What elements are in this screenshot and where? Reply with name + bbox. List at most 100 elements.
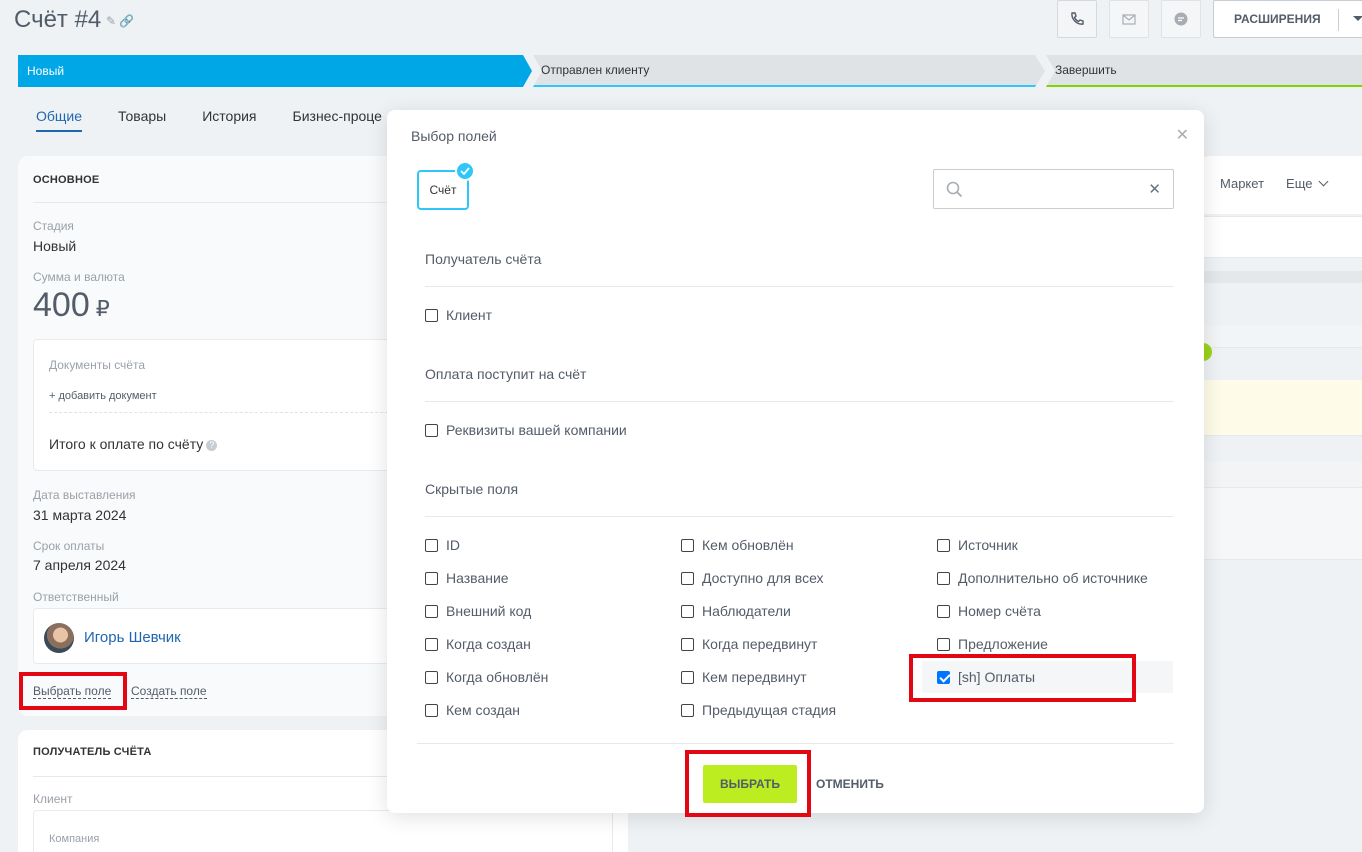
clear-icon[interactable]: ✕: [1148, 180, 1161, 198]
field-checkbox[interactable]: Когда создан: [425, 636, 531, 652]
check-icon: [455, 161, 475, 181]
checkbox[interactable]: [681, 637, 694, 651]
field-label: Доступно для всех: [702, 570, 824, 586]
field-label: Когда создан: [446, 636, 531, 652]
documents-label: Документы счёта: [49, 358, 146, 372]
field-checkbox[interactable]: Предыдущая стадия: [681, 702, 836, 718]
checkbox[interactable]: [937, 604, 950, 618]
due-date-label: Срок оплаты: [33, 539, 105, 553]
issue-date-label: Дата выставления: [33, 488, 136, 502]
field-checkbox[interactable]: Дополнительно об источнике: [937, 570, 1148, 586]
checkbox[interactable]: [937, 538, 950, 552]
stage-value: Новый: [33, 238, 77, 254]
field-checkbox[interactable]: Кем обновлён: [681, 537, 794, 553]
stage-finish[interactable]: Завершить: [1046, 55, 1362, 87]
checkbox[interactable]: [425, 571, 438, 585]
right-panel: Маркет Еще: [1200, 156, 1362, 852]
total-label-text: Итого к оплате по счёту: [49, 436, 204, 452]
field-checkbox[interactable]: Название: [425, 570, 509, 586]
tab-market[interactable]: Маркет: [1220, 176, 1264, 191]
timeline-item: [1200, 488, 1362, 560]
checkbox[interactable]: [425, 604, 438, 618]
sum-value: 400 ₽: [33, 286, 110, 325]
tab-products[interactable]: Товары: [118, 108, 166, 132]
checkbox[interactable]: [937, 637, 950, 651]
field-checkbox[interactable]: Доступно для всех: [681, 570, 824, 586]
checkbox[interactable]: [681, 538, 694, 552]
field-checkbox[interactable]: Предложение: [937, 636, 1048, 652]
checkbox[interactable]: [681, 604, 694, 618]
divider: [425, 401, 1174, 402]
extensions-button[interactable]: РАСШИРЕНИЯ: [1213, 0, 1362, 38]
sum-amount: 400: [33, 286, 90, 324]
extensions-label: РАСШИРЕНИЯ: [1234, 12, 1321, 26]
field-label: Предыдущая стадия: [702, 702, 837, 718]
field-checkbox[interactable]: Когда обновлён: [425, 669, 548, 685]
checkbox[interactable]: [425, 637, 438, 651]
checkbox[interactable]: [425, 670, 438, 684]
search-input[interactable]: ✕: [933, 169, 1174, 209]
chevron-down-icon: [1319, 176, 1329, 187]
entity-chip-label: Счёт: [429, 183, 457, 197]
field-checkbox[interactable]: Внешний код: [425, 603, 531, 619]
stage-sent[interactable]: Отправлен клиенту: [533, 55, 1045, 87]
field-checkbox[interactable]: Кем создан: [425, 702, 520, 718]
field-label: Когда передвинут: [702, 636, 818, 652]
field-checkbox[interactable]: Наблюдатели: [681, 603, 791, 619]
field-picker-dialog: Выбор полей ✕ Счёт ✕ Получатель счёта Кл…: [387, 110, 1204, 813]
cancel-button[interactable]: ОТМЕНИТЬ: [816, 777, 884, 791]
field-label: Когда обновлён: [446, 669, 549, 685]
checkbox[interactable]: [937, 571, 950, 585]
field-checkbox[interactable]: Номер счёта: [937, 603, 1041, 619]
chat-icon: [1174, 12, 1188, 26]
field-checkbox[interactable]: ID: [425, 537, 460, 553]
responsible-name[interactable]: Игорь Шевчик: [84, 629, 181, 646]
field-label: Название: [446, 570, 509, 586]
divider: [417, 743, 1174, 744]
checkbox[interactable]: [425, 703, 438, 717]
field-checkbox[interactable]: Клиент: [425, 307, 492, 323]
create-field-link[interactable]: Создать поле: [131, 684, 207, 699]
timeline-strip: [1200, 271, 1362, 283]
group-title-payment: Оплата поступит на счёт: [425, 366, 587, 382]
tab-business-processes[interactable]: Бизнес-проце: [293, 108, 382, 132]
timeline-strip: [1200, 326, 1362, 348]
avatar[interactable]: [44, 623, 74, 653]
checkbox[interactable]: [681, 703, 694, 717]
link-icon[interactable]: 🔗: [119, 14, 134, 28]
field-label: Реквизиты вашей компании: [446, 422, 627, 438]
tab-more[interactable]: Еще: [1286, 176, 1329, 191]
checkbox[interactable]: [681, 670, 694, 684]
field-label: Дополнительно об источнике: [958, 570, 1148, 586]
divider: [425, 286, 1174, 287]
field-checkbox[interactable]: Реквизиты вашей компании: [425, 422, 627, 438]
section-title: ПОЛУЧАТЕЛЬ СЧЁТА: [33, 746, 152, 758]
field-checkbox[interactable]: Кем передвинут: [681, 669, 807, 685]
call-button[interactable]: [1057, 0, 1097, 38]
email-button[interactable]: [1109, 0, 1149, 38]
group-title-recipient: Получатель счёта: [425, 251, 542, 267]
edit-pencil-icon[interactable]: ✎: [106, 14, 116, 28]
close-icon[interactable]: ✕: [1176, 125, 1189, 145]
field-label: Кем передвинут: [702, 669, 807, 685]
checkbox[interactable]: [681, 571, 694, 585]
timeline-input[interactable]: [1200, 216, 1362, 258]
company-label: Компания: [49, 833, 100, 845]
dialog-title: Выбор полей: [411, 128, 497, 144]
client-box: Компания: [33, 810, 613, 852]
stage-new[interactable]: Новый: [18, 55, 532, 87]
issue-date-value: 31 марта 2024: [33, 507, 127, 523]
tab-general[interactable]: Общие: [36, 108, 83, 132]
checkbox[interactable]: [425, 308, 438, 322]
field-checkbox[interactable]: Источник: [937, 537, 1018, 553]
currency-symbol: ₽: [95, 296, 110, 321]
chevron-down-icon[interactable]: [1353, 16, 1362, 21]
checkbox[interactable]: [425, 538, 438, 552]
help-icon[interactable]: ?: [206, 439, 218, 451]
add-document-link[interactable]: + добавить документ: [49, 390, 157, 402]
divider: [1338, 9, 1339, 31]
field-checkbox[interactable]: Когда передвинут: [681, 636, 817, 652]
checkbox[interactable]: [425, 423, 438, 437]
tab-history[interactable]: История: [202, 108, 256, 132]
chat-button[interactable]: [1161, 0, 1201, 38]
